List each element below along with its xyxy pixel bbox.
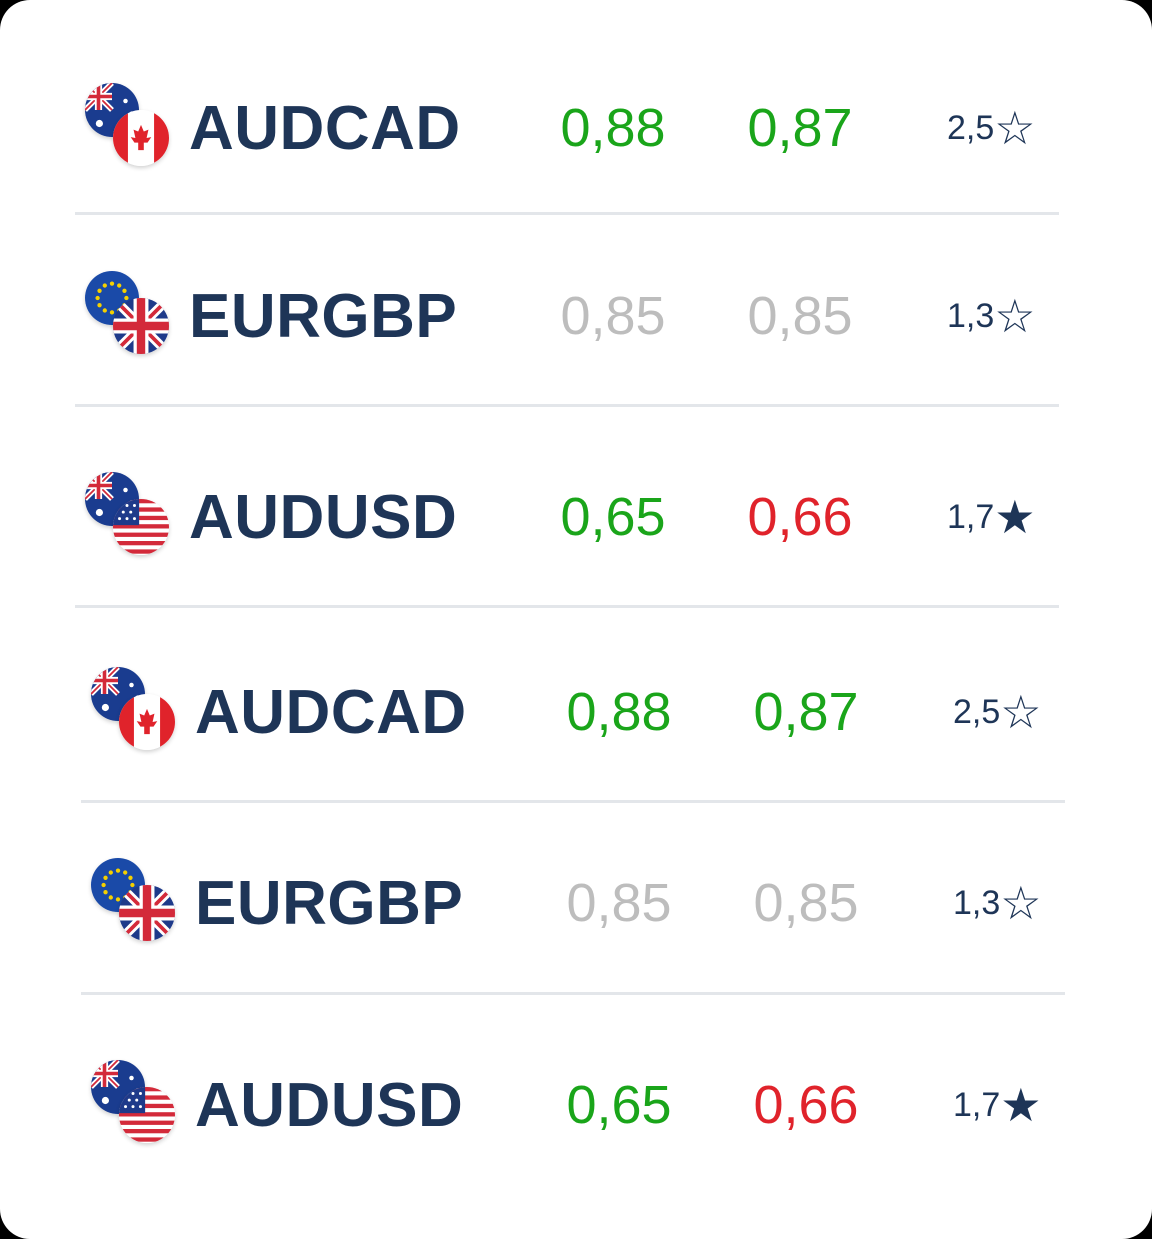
bid-price: 0,65 [566, 1075, 672, 1135]
star-filled-icon[interactable]: ★ [1000, 1082, 1041, 1128]
pair-symbol: EURGBP [189, 282, 458, 351]
pair-symbol: AUDUSD [195, 1071, 464, 1140]
star-outline-icon[interactable]: ☆ [994, 293, 1035, 339]
uk-flag-icon [113, 298, 169, 354]
star-outline-icon[interactable]: ☆ [1000, 880, 1041, 926]
rating: 1,3 ☆ [947, 293, 1036, 339]
bid-price: 0,65 [560, 487, 666, 547]
uk-flag-icon [119, 885, 175, 941]
star-filled-icon[interactable]: ★ [994, 494, 1035, 540]
ask-price: 0,87 [753, 682, 859, 742]
rating-value: 1,7 [953, 1085, 1001, 1124]
currency-pair-row[interactable]: AUDCAD 0,88 0,87 2,5 ☆ [75, 83, 1059, 193]
star-outline-icon[interactable]: ☆ [994, 105, 1035, 151]
rating: 1,7 ★ [953, 1082, 1042, 1128]
ask-price: 0,66 [747, 487, 853, 547]
pair-flags [85, 472, 175, 562]
rating-value: 1,3 [953, 883, 1001, 922]
row-divider [75, 212, 1059, 215]
canada-flag-icon [119, 694, 175, 750]
bid-price: 0,88 [560, 98, 666, 158]
currency-pair-list: AUDCAD 0,88 0,87 2,5 ☆ EURGBP 0,85 0,85 … [0, 0, 1152, 1239]
rating: 2,5 ☆ [953, 689, 1042, 735]
pair-symbol: AUDUSD [189, 483, 458, 552]
rating-value: 2,5 [953, 692, 1001, 731]
pair-flags [85, 83, 175, 173]
usa-flag-icon [113, 499, 169, 555]
star-outline-icon[interactable]: ☆ [1000, 689, 1041, 735]
ask-price: 0,87 [747, 98, 853, 158]
bid-price: 0,85 [560, 286, 666, 346]
pair-symbol: AUDCAD [195, 678, 467, 747]
row-divider [75, 404, 1059, 407]
ask-price: 0,66 [753, 1075, 859, 1135]
rating-value: 2,5 [947, 108, 995, 147]
rating: 1,3 ☆ [953, 880, 1042, 926]
rating: 2,5 ☆ [947, 105, 1036, 151]
pair-flags [91, 667, 181, 757]
currency-pair-row[interactable]: AUDCAD 0,88 0,87 2,5 ☆ [81, 667, 1065, 777]
pair-flags [91, 858, 181, 948]
pair-symbol: AUDCAD [189, 94, 461, 163]
pair-symbol: EURGBP [195, 869, 464, 938]
ask-price: 0,85 [753, 873, 859, 933]
bid-price: 0,88 [566, 682, 672, 742]
row-divider [81, 992, 1065, 995]
usa-flag-icon [119, 1087, 175, 1143]
currency-pair-row[interactable]: AUDUSD 0,65 0,66 1,7 ★ [81, 1060, 1065, 1170]
ask-price: 0,85 [747, 286, 853, 346]
currency-pair-row[interactable]: EURGBP 0,85 0,85 1,3 ☆ [75, 271, 1059, 381]
pair-flags [91, 1060, 181, 1150]
pair-flags [85, 271, 175, 361]
currency-pair-row[interactable]: AUDUSD 0,65 0,66 1,7 ★ [75, 472, 1059, 582]
rating-value: 1,3 [947, 296, 995, 335]
row-divider [75, 605, 1059, 608]
rating-value: 1,7 [947, 497, 995, 536]
rating: 1,7 ★ [947, 494, 1036, 540]
canada-flag-icon [113, 110, 169, 166]
bid-price: 0,85 [566, 873, 672, 933]
row-divider [81, 800, 1065, 803]
currency-pair-row[interactable]: EURGBP 0,85 0,85 1,3 ☆ [81, 858, 1065, 968]
